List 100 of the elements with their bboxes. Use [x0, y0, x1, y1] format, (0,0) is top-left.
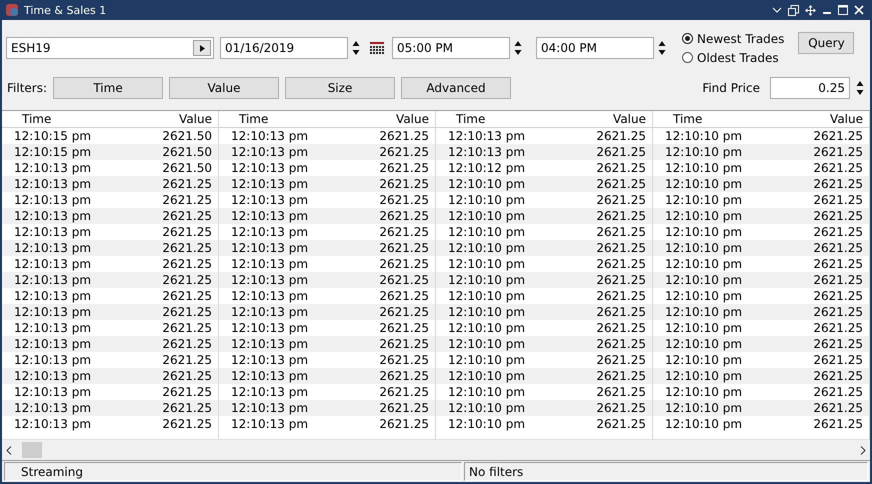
column-header[interactable]: Time: [2, 111, 117, 127]
table-cell-text: 2621.25: [161, 416, 213, 432]
table-cell-text: 2621.25: [812, 272, 864, 288]
chevron-down-icon[interactable]: [772, 6, 782, 14]
table-cell-text: 12:10:10 pm: [447, 256, 526, 272]
radio-button[interactable]: [682, 33, 693, 44]
column-header[interactable]: Value: [334, 111, 435, 127]
table-cell-text: 2621.25: [161, 224, 213, 240]
table-cell-text: 12:10:13 pm: [447, 144, 526, 160]
table-cell-text: 12:10:15 pm: [13, 128, 92, 144]
filter-button[interactable]: Time: [53, 77, 164, 99]
table-cell-text: 12:10:13 pm: [13, 192, 92, 208]
filter-button[interactable]: Size: [285, 77, 396, 99]
query-button[interactable]: Query: [798, 32, 854, 54]
column-header[interactable]: Value: [768, 111, 869, 127]
radio-button[interactable]: [682, 52, 693, 63]
table-cell-text: 12:10:10 pm: [664, 128, 744, 144]
filter-button[interactable]: Value: [169, 77, 280, 99]
table-cell-text: 12:10:10 pm: [664, 384, 744, 400]
column-header[interactable]: Value: [551, 111, 652, 127]
table-cell-text: 2621.25: [378, 384, 430, 400]
status-panel: Streaming: [4, 462, 462, 481]
move-icon[interactable]: [805, 4, 816, 16]
table-cell-text: 2621.25: [378, 400, 430, 416]
column-header[interactable]: Time: [436, 111, 551, 127]
date-field[interactable]: 01/16/2019: [220, 37, 348, 59]
table-cell-text: 2621.25: [378, 192, 430, 208]
table-cell-text: 2621.25: [161, 384, 213, 400]
table-cell-text: 2621.25: [378, 288, 430, 304]
radio-label[interactable]: Oldest Trades: [697, 50, 779, 64]
table-cell-text: 2621.25: [595, 272, 647, 288]
table-cell-text: 12:10:13 pm: [230, 336, 310, 352]
table-cell-text: 2621.25: [378, 304, 430, 320]
table-cell-text: 2621.25: [595, 144, 647, 160]
column-header[interactable]: Value: [117, 111, 218, 127]
table-cell-text: 12:10:10 pm: [447, 288, 526, 304]
table-cell-text: 12:10:10 pm: [447, 224, 526, 240]
end-time-spinner[interactable]: [658, 40, 666, 56]
window-title: Time & Sales 1: [24, 4, 106, 16]
filter-button[interactable]: Advanced: [401, 77, 512, 99]
table-cell-text: 12:10:13 pm: [13, 208, 92, 224]
date-spinner[interactable]: [352, 40, 360, 56]
maximize-icon[interactable]: [838, 5, 848, 15]
close-icon[interactable]: [854, 5, 864, 15]
table-cell-text: 12:10:10 pm: [447, 416, 526, 432]
table-cell-text: 12:10:10 pm: [664, 224, 744, 240]
table-cell-text: 2621.25: [812, 144, 864, 160]
table-cell-text: 2621.25: [378, 224, 430, 240]
table-cell-text: 12:10:10 pm: [664, 416, 744, 432]
table-cell-text: 2621.25: [812, 368, 864, 384]
table-cell-text: 2621.25: [595, 352, 647, 368]
table-cell-text: 12:10:13 pm: [13, 416, 92, 432]
table-cell-text: 12:10:13 pm: [230, 400, 310, 416]
scrollbar-thumb[interactable]: [22, 442, 42, 458]
table-cell-text: 2621.25: [812, 400, 864, 416]
radio-label[interactable]: Newest Trades: [697, 32, 784, 46]
table-cell-text: 12:10:13 pm: [230, 304, 310, 320]
restore-icon[interactable]: [788, 4, 799, 16]
table-cell-text: 12:10:10 pm: [664, 256, 744, 272]
table-cell-text: 2621.25: [378, 352, 430, 368]
table-cell-text: 12:10:13 pm: [13, 160, 92, 176]
table-cell-text: 2621.25: [595, 208, 647, 224]
symbol-arrow-button[interactable]: [193, 40, 211, 56]
table-cell-text: 2621.25: [595, 384, 647, 400]
table-cell-text: 2621.25: [595, 320, 647, 336]
end-time-field[interactable]: 04:00 PM: [536, 37, 654, 59]
table-cell-text: 2621.25: [161, 304, 213, 320]
calendar-icon[interactable]: [370, 41, 384, 55]
start-time-spinner[interactable]: [514, 40, 522, 56]
table-cell-text: 2621.25: [595, 256, 647, 272]
table-cell-text: 12:10:10 pm: [447, 368, 526, 384]
table-cell-text: 2621.25: [812, 160, 864, 176]
scroll-right-icon[interactable]: [860, 446, 866, 454]
table-cell-text: 12:10:13 pm: [230, 192, 310, 208]
table-cell-text: 2621.25: [378, 144, 430, 160]
table-cell-text: 12:10:10 pm: [447, 208, 526, 224]
table-cell-text: 2621.25: [812, 352, 864, 368]
table-cell-text: 2621.25: [161, 208, 213, 224]
start-time-field[interactable]: 05:00 PM: [392, 37, 510, 59]
table-cell-text: 12:10:10 pm: [664, 176, 744, 192]
table-cell-text: 12:10:13 pm: [13, 288, 92, 304]
table-cell-text: 12:10:10 pm: [447, 272, 526, 288]
table-cell-text: 2621.25: [595, 160, 647, 176]
table-cell-text: 2621.50: [161, 128, 213, 144]
table-cell-text: 2621.25: [161, 192, 213, 208]
scroll-left-icon[interactable]: [6, 446, 12, 454]
table-cell-text: 2621.25: [812, 192, 864, 208]
table-cell-text: 2621.25: [161, 400, 213, 416]
table-cell-text: 12:10:13 pm: [13, 304, 92, 320]
table-cell-text: 12:10:10 pm: [664, 240, 744, 256]
table-cell-text: 2621.25: [378, 176, 430, 192]
find-price-field[interactable]: 0.25: [770, 77, 850, 99]
column-header[interactable]: Time: [219, 111, 334, 127]
table-cell-text: 12:10:13 pm: [230, 240, 310, 256]
table-cell-text: 12:10:13 pm: [230, 160, 310, 176]
column-header[interactable]: Time: [653, 111, 768, 127]
symbol-field[interactable]: ESH19: [6, 37, 214, 59]
table-cell-text: 12:10:10 pm: [447, 192, 526, 208]
table-cell-text: 12:10:13 pm: [447, 128, 526, 144]
find-price-spinner[interactable]: [856, 80, 864, 96]
